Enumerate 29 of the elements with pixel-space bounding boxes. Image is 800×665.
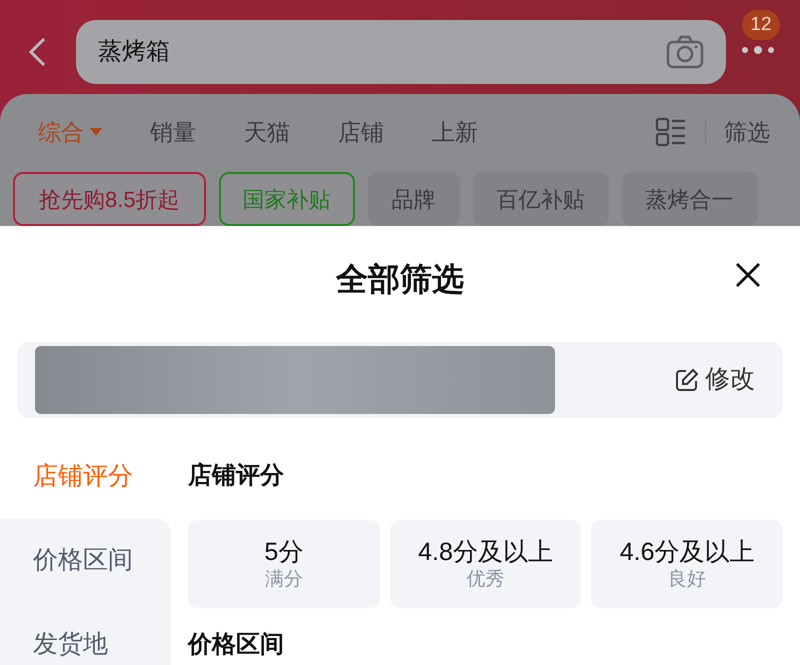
layout-toggle-icon[interactable]	[655, 117, 687, 147]
filter-chip[interactable]: 蒸烤合一	[622, 172, 758, 226]
category-nav-item[interactable]: 店铺评分	[33, 458, 133, 496]
sheet-title: 全部筛选	[336, 260, 464, 299]
rating-option[interactable]: 4.8分及以上 优秀	[390, 520, 582, 608]
filter-chip[interactable]: 品牌	[368, 172, 460, 226]
filter-chip[interactable]: 国家补贴	[218, 172, 355, 226]
sort-tab[interactable]: 店铺	[338, 114, 384, 150]
camera-icon[interactable]	[666, 35, 704, 69]
filter-chip[interactable]: 抢先购8.5折起	[13, 172, 206, 226]
sort-tab[interactable]: 上新	[432, 114, 478, 150]
rating-option[interactable]: 5分 满分	[188, 520, 380, 608]
search-text: 蒸烤箱	[98, 37, 170, 67]
close-icon[interactable]	[735, 262, 761, 288]
back-icon[interactable]	[26, 37, 48, 67]
caret-icon	[90, 128, 102, 136]
sort-tab[interactable]: 综合	[38, 114, 102, 150]
more-icon[interactable]	[740, 44, 776, 56]
rating-option[interactable]: 4.6分及以上 良好	[591, 520, 783, 608]
edit-icon	[675, 368, 699, 392]
section-title: 价格区间	[188, 630, 284, 660]
filter-chip[interactable]: 百亿补贴	[472, 172, 609, 226]
section-title: 店铺评分	[188, 461, 284, 491]
message-count-badge: 12	[742, 10, 780, 40]
search-field[interactable]: 蒸烤箱	[76, 20, 726, 84]
filter-button[interactable]: 筛选	[724, 114, 770, 150]
sort-tab[interactable]: 天猫	[244, 114, 290, 150]
edit-button[interactable]: 修改	[675, 361, 755, 399]
sort-tab[interactable]: 销量	[150, 114, 196, 150]
